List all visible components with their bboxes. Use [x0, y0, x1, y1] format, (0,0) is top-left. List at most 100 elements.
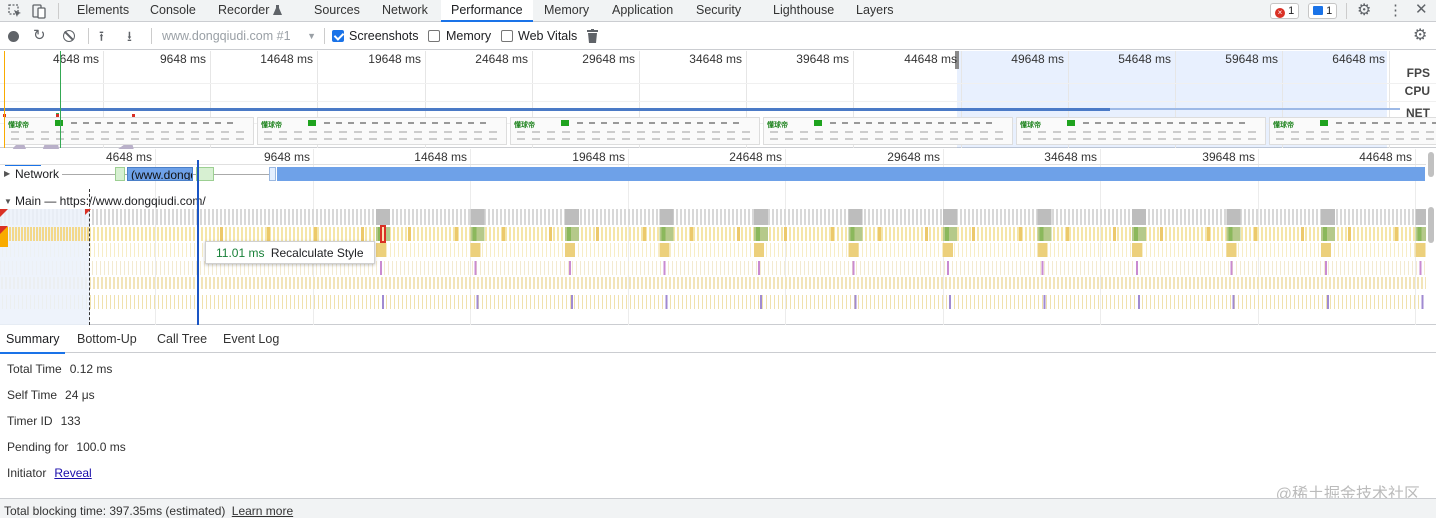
flame-bar[interactable] — [697, 277, 699, 289]
flame-bar[interactable] — [1305, 227, 1307, 241]
flame-bar[interactable] — [469, 277, 471, 289]
flame-bar[interactable] — [704, 261, 705, 275]
flame-bar[interactable] — [482, 243, 483, 257]
flame-bar[interactable] — [1037, 209, 1052, 225]
flame-bar[interactable] — [1312, 209, 1314, 225]
flame-bar[interactable] — [1162, 295, 1163, 309]
flame-bar[interactable] — [498, 243, 499, 257]
flame-bar[interactable] — [1039, 227, 1044, 241]
flame-bar[interactable] — [556, 209, 558, 225]
flame-bar[interactable] — [617, 277, 619, 289]
flame-bar[interactable] — [418, 295, 419, 309]
flame-bar[interactable] — [636, 209, 638, 225]
screenshot-thumbnail[interactable]: 懂球帝 — [257, 117, 507, 145]
flame-bar[interactable] — [1345, 277, 1347, 289]
flame-bar[interactable] — [1252, 261, 1253, 275]
tab-performance[interactable]: Performance — [441, 0, 533, 22]
flame-bar[interactable] — [1121, 277, 1123, 289]
flame-bar[interactable] — [1316, 261, 1317, 275]
flame-bar[interactable] — [718, 295, 719, 309]
flame-bar[interactable] — [661, 277, 663, 289]
flame-bar[interactable] — [784, 261, 785, 275]
flame-bar[interactable] — [1382, 295, 1383, 309]
flame-bar[interactable] — [1132, 243, 1142, 257]
flame-bar[interactable] — [474, 295, 475, 309]
flame-bar[interactable] — [326, 295, 327, 309]
flame-bar[interactable] — [1166, 243, 1167, 257]
flame-bar[interactable] — [112, 209, 114, 225]
flame-bar[interactable] — [608, 209, 610, 225]
flame-bar[interactable] — [756, 227, 760, 241]
flame-bar[interactable] — [244, 209, 246, 225]
flame-bar[interactable] — [957, 277, 959, 289]
flame-bar[interactable] — [234, 295, 235, 309]
flame-bar[interactable] — [663, 261, 666, 275]
flame-bar[interactable] — [659, 209, 674, 225]
flame-bar[interactable] — [109, 227, 111, 241]
flame-bar[interactable] — [1384, 209, 1386, 225]
flame-bar[interactable] — [676, 261, 677, 275]
flame-bar[interactable] — [652, 209, 654, 225]
flame-bar[interactable] — [170, 243, 171, 257]
flame-bar[interactable] — [637, 277, 639, 289]
flame-bar[interactable] — [188, 261, 189, 275]
flame-bar[interactable] — [408, 261, 409, 275]
flame-bar[interactable] — [1014, 243, 1015, 257]
flame-bar[interactable] — [945, 277, 947, 289]
flame-bar[interactable] — [1113, 227, 1116, 241]
flame-bar[interactable] — [458, 243, 459, 257]
flame-bar[interactable] — [682, 243, 683, 257]
flame-bar[interactable] — [1269, 277, 1271, 289]
flame-bar[interactable] — [1400, 261, 1401, 275]
flame-bar[interactable] — [148, 209, 150, 225]
flame-bar[interactable] — [943, 209, 957, 225]
flame-bar[interactable] — [273, 227, 275, 241]
flame-bar[interactable] — [229, 227, 231, 241]
flame-bar[interactable] — [685, 227, 687, 241]
flame-bar[interactable] — [586, 243, 587, 257]
flame-bar[interactable] — [1362, 243, 1363, 257]
flame-bar[interactable] — [1318, 295, 1319, 309]
flame-bar[interactable] — [284, 209, 286, 225]
flame-bar[interactable] — [624, 209, 626, 225]
flame-bar[interactable] — [913, 227, 915, 241]
flame-bar[interactable] — [1241, 227, 1243, 241]
flame-bar[interactable] — [422, 295, 423, 309]
tab-call-tree[interactable]: Call Tree — [151, 326, 213, 352]
flame-bar[interactable] — [868, 209, 870, 225]
flame-bar[interactable] — [658, 295, 659, 309]
flame-bar[interactable] — [770, 243, 771, 257]
flame-bar[interactable] — [606, 243, 607, 257]
flame-bar[interactable] — [1274, 243, 1275, 257]
flame-bar[interactable] — [1144, 261, 1145, 275]
flame-bar[interactable] — [868, 261, 869, 275]
flame-bar[interactable] — [110, 295, 111, 309]
flame-bar[interactable] — [536, 209, 538, 225]
flame-bar[interactable] — [1404, 209, 1406, 225]
flame-bar[interactable] — [426, 295, 427, 309]
flame-bar[interactable] — [464, 209, 466, 225]
flame-bar[interactable] — [477, 277, 479, 289]
flame-bar[interactable] — [1214, 243, 1215, 257]
flame-bar[interactable] — [549, 227, 552, 241]
flame-bar[interactable] — [1142, 295, 1143, 309]
flame-bar[interactable] — [1370, 243, 1371, 257]
flame-bar[interactable] — [1125, 227, 1127, 241]
flame-bar[interactable] — [1389, 227, 1391, 241]
record-icon[interactable] — [8, 31, 19, 42]
flame-bar[interactable] — [193, 227, 195, 241]
flame-bar[interactable] — [293, 277, 295, 289]
flame-bar[interactable] — [778, 295, 779, 309]
flame-bar[interactable] — [893, 277, 895, 289]
flame-bar[interactable] — [1196, 209, 1198, 225]
flame-bar[interactable] — [625, 227, 627, 241]
flame-bar[interactable] — [560, 261, 561, 275]
flame-bar[interactable] — [585, 227, 587, 241]
flame-bar[interactable] — [1160, 261, 1161, 275]
flame-bar[interactable] — [222, 295, 223, 309]
flame-bar[interactable] — [510, 295, 511, 309]
flame-bar[interactable] — [817, 277, 819, 289]
flame-bar[interactable] — [997, 227, 999, 241]
tab-bottom-up[interactable]: Bottom-Up — [71, 326, 143, 352]
flame-bar[interactable] — [1029, 227, 1031, 241]
